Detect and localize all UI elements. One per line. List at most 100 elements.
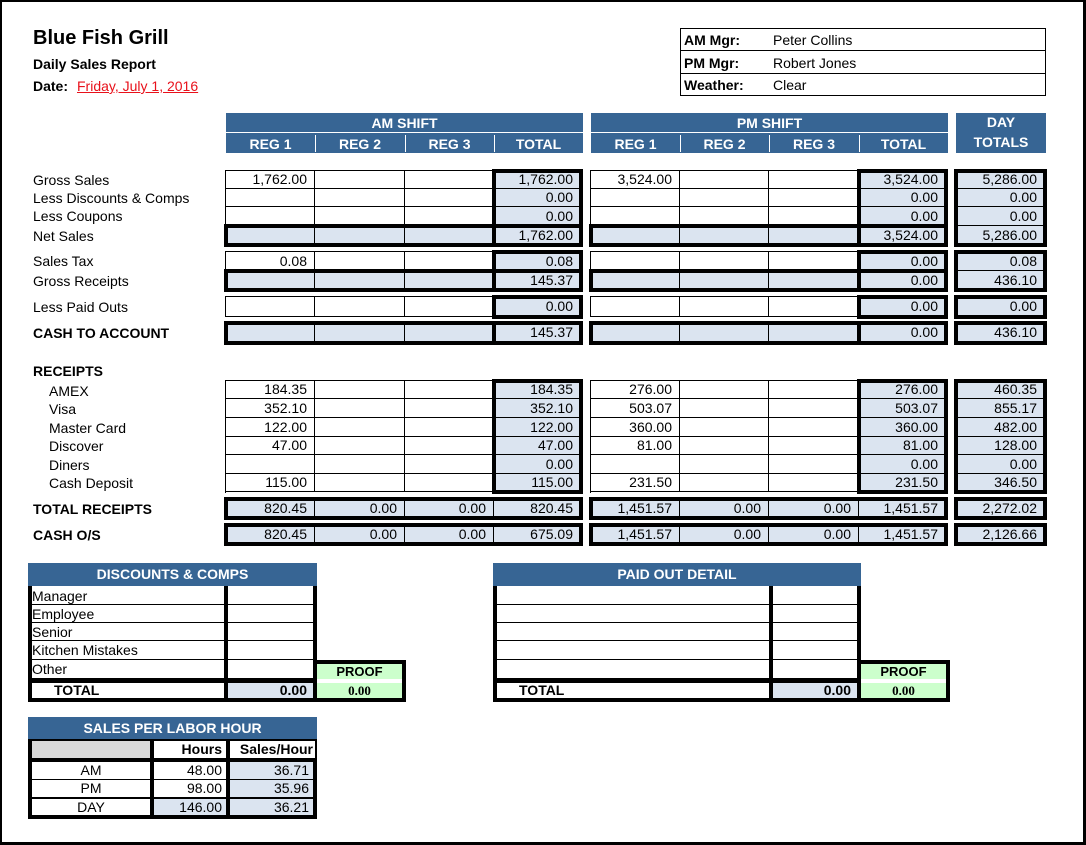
diners-am-reg1-cell[interactable] [226,455,315,474]
visa-am-total-cell[interactable]: 352.10 [494,399,581,418]
sales-tax-pm-reg2-cell[interactable] [680,252,769,271]
cash-deposit-am-reg1-cell[interactable]: 115.00 [226,474,315,492]
gross-receipts-am-reg1-cell[interactable] [226,271,315,290]
net-sales-am-reg1-cell[interactable] [226,226,315,245]
gross-receipts-pm-reg2-cell[interactable] [680,271,769,290]
visa-pm-total-cell[interactable]: 503.07 [859,399,946,418]
less-paid-outs-pm-total-cell[interactable]: 0.00 [859,297,946,317]
total-receipts-pm-reg2-cell[interactable]: 0.00 [680,499,769,518]
less-coupons-am-reg1-cell[interactable] [226,207,315,226]
paid-out-item-label[interactable] [497,623,769,641]
paid-out-item-value[interactable] [773,587,857,605]
cash-o-s-pm-reg3-cell[interactable]: 0.00 [769,525,859,544]
cash-to-account-am-reg1-cell[interactable] [226,323,315,343]
diners-am-reg3-cell[interactable] [405,455,494,474]
less-coupons-am-reg2-cell[interactable] [315,207,405,226]
visa-am-reg2-cell[interactable] [315,399,405,418]
net-sales-day-total-cell[interactable]: 5,286.00 [956,226,1045,245]
cash-o-s-pm-reg2-cell[interactable]: 0.00 [680,525,769,544]
diners-am-reg2-cell[interactable] [315,455,405,474]
discover-am-reg3-cell[interactable] [405,437,494,455]
cash-deposit-am-reg3-cell[interactable] [405,474,494,492]
less-coupons-pm-reg3-cell[interactable] [769,207,859,226]
total-receipts-pm-reg1-cell[interactable]: 1,451.57 [591,499,680,518]
cash-to-account-pm-total-cell[interactable]: 0.00 [859,323,946,343]
net-sales-am-reg3-cell[interactable] [405,226,494,245]
less-paid-outs-am-reg2-cell[interactable] [315,297,405,317]
master-card-pm-reg3-cell[interactable] [769,418,859,437]
master-card-am-total-cell[interactable]: 122.00 [494,418,581,437]
pm-manager-value[interactable]: Robert Jones [773,55,856,71]
paid-out-item-value[interactable] [773,605,857,623]
discount-item-value[interactable] [228,641,313,660]
net-sales-pm-reg3-cell[interactable] [769,226,859,245]
discover-am-total-cell[interactable]: 47.00 [494,437,581,455]
master-card-am-reg3-cell[interactable] [405,418,494,437]
cash-deposit-pm-reg3-cell[interactable] [769,474,859,492]
less-discounts-comps-day-total-cell[interactable]: 0.00 [956,189,1045,207]
less-discounts-comps-pm-reg3-cell[interactable] [769,189,859,207]
discover-am-reg2-cell[interactable] [315,437,405,455]
less-coupons-pm-reg1-cell[interactable] [591,207,680,226]
cash-o-s-am-total-cell[interactable]: 675.09 [494,525,581,544]
net-sales-pm-reg2-cell[interactable] [680,226,769,245]
gross-sales-day-total-cell[interactable]: 5,286.00 [956,171,1045,189]
cash-to-account-day-total-cell[interactable]: 436.10 [956,323,1045,343]
net-sales-am-reg2-cell[interactable] [315,226,405,245]
cash-deposit-am-total-cell[interactable]: 115.00 [494,474,581,492]
less-coupons-day-total-cell[interactable]: 0.00 [956,207,1045,226]
less-paid-outs-pm-reg3-cell[interactable] [769,297,859,317]
cash-deposit-pm-total-cell[interactable]: 231.50 [859,474,946,492]
net-sales-pm-total-cell[interactable]: 3,524.00 [859,226,946,245]
sales-tax-am-total-cell[interactable]: 0.08 [494,252,581,271]
amex-pm-total-cell[interactable]: 276.00 [859,381,946,399]
less-coupons-pm-reg2-cell[interactable] [680,207,769,226]
less-coupons-pm-total-cell[interactable]: 0.00 [859,207,946,226]
gross-sales-pm-reg1-cell[interactable]: 3,524.00 [591,171,680,189]
less-discounts-comps-pm-total-cell[interactable]: 0.00 [859,189,946,207]
master-card-pm-reg2-cell[interactable] [680,418,769,437]
diners-day-total-cell[interactable]: 0.00 [956,455,1045,474]
amex-am-reg1-cell[interactable]: 184.35 [226,381,315,399]
total-receipts-am-reg1-cell[interactable]: 820.45 [226,499,315,518]
diners-pm-reg2-cell[interactable] [680,455,769,474]
gross-sales-am-total-cell[interactable]: 1,762.00 [494,171,581,189]
less-discounts-comps-am-reg3-cell[interactable] [405,189,494,207]
visa-pm-reg3-cell[interactable] [769,399,859,418]
sales-tax-pm-reg1-cell[interactable] [591,252,680,271]
sales-tax-pm-reg3-cell[interactable] [769,252,859,271]
date-value[interactable]: Friday, July 1, 2016 [77,78,198,94]
less-paid-outs-am-total-cell[interactable]: 0.00 [494,297,581,317]
sales-tax-am-reg2-cell[interactable] [315,252,405,271]
am-manager-value[interactable]: Peter Collins [773,32,852,48]
visa-am-reg1-cell[interactable]: 352.10 [226,399,315,418]
cash-o-s-pm-total-cell[interactable]: 1,451.57 [859,525,946,544]
total-receipts-am-total-cell[interactable]: 820.45 [494,499,581,518]
gross-sales-am-reg2-cell[interactable] [315,171,405,189]
discount-item-label[interactable]: Employee [32,605,224,623]
less-discounts-comps-am-reg2-cell[interactable] [315,189,405,207]
discount-item-value[interactable] [228,587,313,605]
less-discounts-comps-am-total-cell[interactable]: 0.00 [494,189,581,207]
cash-o-s-am-reg2-cell[interactable]: 0.00 [315,525,405,544]
total-receipts-pm-reg3-cell[interactable]: 0.00 [769,499,859,518]
sales-tax-day-total-cell[interactable]: 0.08 [956,252,1045,271]
discount-item-label[interactable]: Kitchen Mistakes [32,641,224,660]
visa-day-total-cell[interactable]: 855.17 [956,399,1045,418]
master-card-day-total-cell[interactable]: 482.00 [956,418,1045,437]
less-paid-outs-pm-reg2-cell[interactable] [680,297,769,317]
cash-to-account-am-total-cell[interactable]: 145.37 [494,323,581,343]
gross-receipts-pm-total-cell[interactable]: 0.00 [859,271,946,290]
less-paid-outs-am-reg1-cell[interactable] [226,297,315,317]
visa-pm-reg2-cell[interactable] [680,399,769,418]
paid-out-item-value[interactable] [773,660,857,679]
amex-am-reg2-cell[interactable] [315,381,405,399]
discount-item-label[interactable]: Manager [32,587,224,605]
master-card-pm-total-cell[interactable]: 360.00 [859,418,946,437]
discount-item-value[interactable] [228,623,313,641]
discover-pm-reg3-cell[interactable] [769,437,859,455]
amex-pm-reg1-cell[interactable]: 276.00 [591,381,680,399]
cash-to-account-am-reg3-cell[interactable] [405,323,494,343]
gross-receipts-am-reg2-cell[interactable] [315,271,405,290]
net-sales-pm-reg1-cell[interactable] [591,226,680,245]
